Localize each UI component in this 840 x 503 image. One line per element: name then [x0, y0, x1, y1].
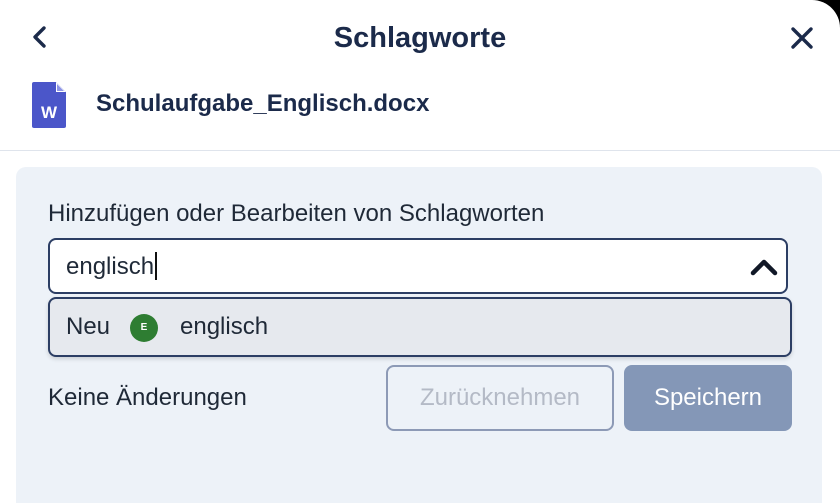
close-icon [791, 27, 813, 49]
panel-title: Schlagworte [333, 22, 507, 54]
panel-header: Schlagworte [0, 0, 840, 76]
save-button[interactable]: Speichern [624, 365, 792, 431]
tag-search-input[interactable]: englisch [48, 238, 788, 294]
change-status: Keine Änderungen [48, 384, 247, 411]
file-name: Schulaufgabe_Englisch.docx [96, 90, 430, 117]
chevron-up-icon [750, 259, 778, 276]
dropdown-toggle-button[interactable] [744, 250, 784, 284]
tags-field-label: Hinzufügen oder Bearbeiten von Schlagwor… [48, 200, 545, 227]
tags-panel: Schlagworte W Schulaufgabe_Englisch.docx… [0, 0, 840, 503]
word-document-icon: W [32, 82, 66, 128]
file-info: W Schulaufgabe_Englisch.docx [0, 78, 840, 138]
tag-input-value: englisch [66, 253, 155, 280]
word-icon-letter: W [41, 103, 58, 122]
new-tag-prefix: Neu [66, 313, 111, 340]
header-divider [0, 150, 840, 151]
text-caret [155, 252, 158, 280]
tag-suggestion-option[interactable]: Neu E englisch [48, 297, 792, 357]
tag-color-badge: E [130, 314, 158, 342]
close-button[interactable] [784, 20, 820, 56]
suggested-tag-name: englisch [180, 313, 269, 340]
revert-button[interactable]: Zurücknehmen [386, 365, 614, 431]
